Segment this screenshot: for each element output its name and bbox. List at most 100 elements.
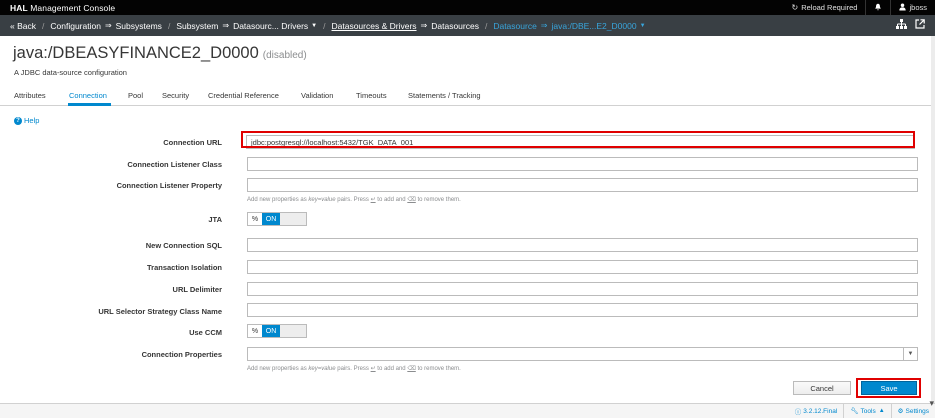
transaction-isolation-input[interactable] <box>247 260 918 274</box>
chevron-down-icon[interactable]: ▼ <box>903 348 917 360</box>
use-ccm-label: Use CCM <box>189 328 222 337</box>
tab-bar: Attributes Connection Pool Security Cred… <box>0 86 935 106</box>
gear-icon: ⚙ <box>897 408 904 415</box>
breadcrumb-separator: / <box>323 20 326 31</box>
chevron-down-icon: ▼ <box>639 22 646 29</box>
page-description: A JDBC data-source configuration <box>14 68 127 77</box>
tab-timeouts[interactable]: Timeouts <box>356 91 387 100</box>
settings-label: Settings <box>905 407 930 415</box>
breadcrumb-datasource-label: Datasource <box>493 20 537 31</box>
external-link-icon[interactable] <box>915 19 925 32</box>
use-ccm-toggle-on: ON <box>262 325 280 337</box>
app-brand[interactable]: HAL Management Console <box>10 3 115 13</box>
breadcrumb-tools <box>896 15 925 36</box>
help-mid: pairs. Press <box>335 366 371 372</box>
connection-listener-class-input[interactable] <box>247 157 918 171</box>
active-tab-indicator <box>68 103 111 106</box>
backspace-key-icon: ⌫ <box>407 197 416 203</box>
tab-connection[interactable]: Connection <box>69 91 107 100</box>
user-icon <box>899 3 907 13</box>
arrow-right-icon: ⇒ <box>222 21 230 30</box>
brand-bold: HAL <box>10 2 28 13</box>
chevron-down-icon: ▼ <box>311 22 318 29</box>
reload-icon: ↻ <box>791 3 799 12</box>
help-mid: pairs. Press <box>335 197 371 203</box>
help-suffix: to remove them. <box>415 366 461 372</box>
tab-security[interactable]: Security <box>162 91 189 100</box>
breadcrumb-subsystem-value: Datasourc... Drivers <box>233 20 309 31</box>
tools-label: Tools <box>860 407 876 415</box>
new-connection-sql-input[interactable] <box>247 238 918 252</box>
arrow-right-icon: ⇒ <box>420 21 428 30</box>
use-ccm-toggle-off <box>280 325 306 337</box>
transaction-isolation-label: Transaction Isolation <box>146 263 222 272</box>
tab-attributes[interactable]: Attributes <box>14 91 46 100</box>
arrow-right-icon: ⇒ <box>540 21 548 30</box>
cancel-button[interactable]: Cancel <box>793 381 851 395</box>
reload-required-link[interactable]: ↻ Reload Required <box>783 0 865 15</box>
url-delimiter-input[interactable] <box>247 282 918 296</box>
page-title: java:/DBEASYFINANCE2_D0000 (disabled) <box>13 44 307 63</box>
help-key-value: key=value <box>308 197 336 203</box>
wrench-icon: 🔧︎ <box>850 408 859 415</box>
help-mid2: to add and <box>375 366 408 372</box>
breadcrumb-separator: / <box>42 20 45 31</box>
breadcrumb-datasource[interactable]: Datasource ⇒ java:/DBE...E2_D0000 ▼ <box>493 21 645 31</box>
breadcrumb-subsystems-label: Subsystems <box>115 20 162 31</box>
arrow-right-icon: ⇒ <box>104 21 112 30</box>
link-icon: % <box>248 213 262 225</box>
breadcrumb-datasources-label: Datasources <box>431 20 479 31</box>
breadcrumb-subsystem[interactable]: Subsystem ⇒ Datasourc... Drivers ▼ <box>176 21 317 31</box>
breadcrumb-configuration[interactable]: Configuration ⇒ Subsystems <box>50 21 162 31</box>
help-prefix: Add new properties as <box>247 366 309 372</box>
notifications-button[interactable] <box>865 0 890 15</box>
tab-credential-reference[interactable]: Credential Reference <box>208 91 279 100</box>
connection-listener-property-help: Add new properties as key=value pairs. P… <box>247 196 461 203</box>
url-selector-strategy-input[interactable] <box>247 303 918 317</box>
breadcrumb-datasources-drivers-link[interactable]: Datasources & Drivers <box>332 21 417 31</box>
connection-url-input[interactable] <box>246 135 915 149</box>
help-suffix: to remove them. <box>415 197 461 203</box>
vertical-scrollbar[interactable] <box>931 36 935 403</box>
version-label: 3.2.12.Final <box>803 407 838 415</box>
connection-url-label: Connection URL <box>163 138 222 147</box>
tab-pool[interactable]: Pool <box>128 91 143 100</box>
help-key-value: key=value <box>308 366 336 372</box>
connection-listener-property-input[interactable] <box>247 178 918 192</box>
breadcrumb-subsystem-label: Subsystem <box>176 20 219 31</box>
save-button[interactable]: Save <box>861 381 917 395</box>
sitemap-icon[interactable] <box>896 19 907 32</box>
use-ccm-toggle[interactable]: % ON <box>247 324 307 338</box>
breadcrumb-datasources[interactable]: Datasources & Drivers ⇒ Datasources <box>332 21 479 31</box>
help-link[interactable]: ? Help <box>14 116 39 125</box>
jta-label: JTA <box>208 215 222 224</box>
chevron-up-icon: ▲ <box>878 408 885 414</box>
jta-toggle-off <box>280 213 306 225</box>
footer-actions: ⓘ 3.2.12.Final 🔧︎ Tools ▲ ⚙ Settings <box>789 404 935 418</box>
help-prefix: Add new properties as <box>247 197 309 203</box>
connection-properties-input[interactable]: ▼ <box>247 347 918 361</box>
footer: ⓘ 3.2.12.Final 🔧︎ Tools ▲ ⚙ Settings <box>0 403 935 418</box>
settings-link[interactable]: ⚙ Settings <box>890 404 935 418</box>
masthead: HAL Management Console ↻ Reload Required… <box>0 0 935 15</box>
page-title-text: java:/DBEASYFINANCE2_D0000 <box>13 44 259 62</box>
connection-properties-help: Add new properties as key=value pairs. P… <box>247 365 461 372</box>
bell-icon <box>874 3 882 13</box>
new-connection-sql-label: New Connection SQL <box>145 241 222 250</box>
user-label: jboss <box>909 3 927 12</box>
breadcrumb-datasource-value: java:/DBE...E2_D0000 <box>551 20 637 31</box>
back-link[interactable]: « Back <box>10 21 36 31</box>
masthead-actions: ↻ Reload Required jboss <box>783 0 935 15</box>
jta-toggle-on: ON <box>262 213 280 225</box>
info-circle-icon: ⓘ <box>794 409 802 416</box>
user-menu[interactable]: jboss <box>890 0 935 15</box>
tab-validation[interactable]: Validation <box>301 91 333 100</box>
tools-menu[interactable]: 🔧︎ Tools ▲ <box>843 404 890 418</box>
tab-statements-tracking[interactable]: Statements / Tracking <box>408 91 481 100</box>
question-circle-icon: ? <box>14 116 22 125</box>
version-link[interactable]: ⓘ 3.2.12.Final <box>789 404 843 418</box>
scroll-down-arrow-icon[interactable]: ▾ <box>929 398 934 409</box>
url-delimiter-label: URL Delimiter <box>172 285 222 294</box>
jta-toggle[interactable]: % ON <box>247 212 307 226</box>
breadcrumb-separator: / <box>484 20 488 31</box>
